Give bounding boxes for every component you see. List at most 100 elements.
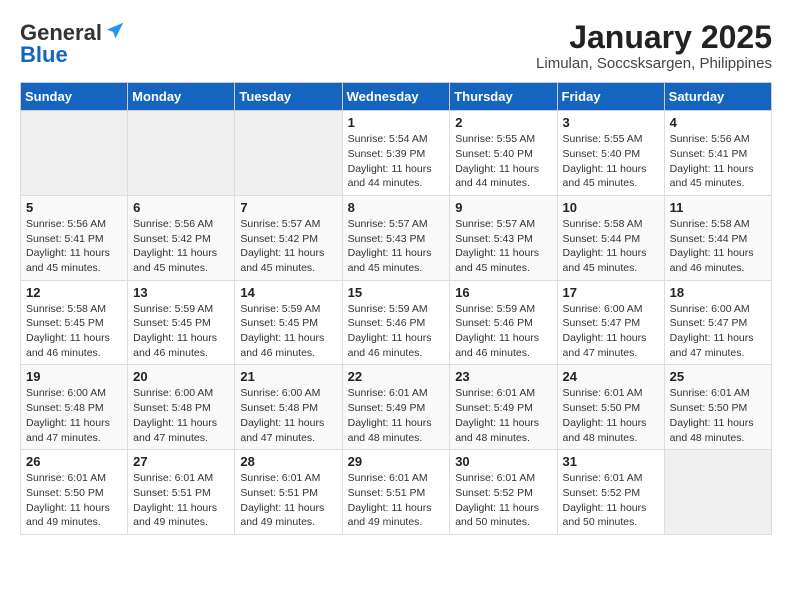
calendar-cell <box>128 111 235 196</box>
day-number: 16 <box>455 285 551 300</box>
day-number: 7 <box>240 200 336 215</box>
day-number: 28 <box>240 454 336 469</box>
calendar-cell: 2Sunrise: 5:55 AM Sunset: 5:40 PM Daylig… <box>450 111 557 196</box>
day-header-saturday: Saturday <box>664 83 771 111</box>
day-detail: Sunrise: 5:58 AM Sunset: 5:44 PM Dayligh… <box>670 217 766 276</box>
calendar-cell: 15 Sunrise: 5:59 AM Sunset: 5:46 PM Dayli… <box>342 280 450 365</box>
calendar-cell: 16 Sunrise: 5:59 AM Sunset: 5:46 PM Dayli… <box>450 280 557 365</box>
page-header: General Blue January 2025 Limulan, Soccs… <box>20 20 772 72</box>
day-detail: Sunrise: 5:56 AM Sunset: 5:41 PM Dayligh… <box>670 132 766 191</box>
calendar-cell: 8Sunrise: 5:57 AM Sunset: 5:43 PM Daylig… <box>342 195 450 280</box>
week-row-3: 12 Sunrise: 5:58 AM Sunset: 5:45 PM Dayli… <box>21 280 772 365</box>
calendar-cell: 23 Sunrise: 6:01 AM Sunset: 5:49 PM Dayli… <box>450 365 557 450</box>
calendar-cell: 19Sunrise: 6:00 AM Sunset: 5:48 PM Dayli… <box>21 365 128 450</box>
calendar-cell: 4 Sunrise: 5:56 AM Sunset: 5:41 PM Daylig… <box>664 111 771 196</box>
calendar-cell: 3Sunrise: 5:55 AM Sunset: 5:40 PM Daylig… <box>557 111 664 196</box>
calendar-cell: 5 Sunrise: 5:56 AM Sunset: 5:41 PM Daylig… <box>21 195 128 280</box>
day-number: 1 <box>348 115 445 130</box>
calendar-subtitle: Limulan, Soccsksargen, Philippines <box>536 55 772 72</box>
day-detail: Sunrise: 5:58 AM Sunset: 5:44 PM Dayligh… <box>563 217 659 276</box>
day-detail: Sunrise: 5:59 AM Sunset: 5:46 PM Dayligh… <box>455 302 551 361</box>
day-detail: Sunrise: 5:57 AM Sunset: 5:43 PM Dayligh… <box>348 217 445 276</box>
day-detail: Sunrise: 5:59 AM Sunset: 5:46 PM Dayligh… <box>348 302 445 361</box>
day-number: 9 <box>455 200 551 215</box>
calendar-cell: 27 Sunrise: 6:01 AM Sunset: 5:51 PM Dayli… <box>128 450 235 535</box>
calendar-cell: 26 Sunrise: 6:01 AM Sunset: 5:50 PM Dayli… <box>21 450 128 535</box>
day-header-wednesday: Wednesday <box>342 83 450 111</box>
calendar-table: SundayMondayTuesdayWednesdayThursdayFrid… <box>20 82 772 535</box>
day-header-thursday: Thursday <box>450 83 557 111</box>
calendar-cell <box>664 450 771 535</box>
day-number: 24 <box>563 369 659 384</box>
day-header-monday: Monday <box>128 83 235 111</box>
day-detail: Sunrise: 6:00 AM Sunset: 5:47 PM Dayligh… <box>670 302 766 361</box>
calendar-cell: 18 Sunrise: 6:00 AM Sunset: 5:47 PM Dayli… <box>664 280 771 365</box>
calendar-header-row: SundayMondayTuesdayWednesdayThursdayFrid… <box>21 83 772 111</box>
day-detail: Sunrise: 5:55 AM Sunset: 5:40 PM Dayligh… <box>563 132 659 191</box>
day-number: 4 <box>670 115 766 130</box>
calendar-cell: 29 Sunrise: 6:01 AM Sunset: 5:51 PM Dayli… <box>342 450 450 535</box>
day-number: 15 <box>348 285 445 300</box>
day-detail: Sunrise: 5:54 AM Sunset: 5:39 PM Dayligh… <box>348 132 445 191</box>
day-detail: Sunrise: 5:56 AM Sunset: 5:41 PM Dayligh… <box>26 217 122 276</box>
week-row-5: 26 Sunrise: 6:01 AM Sunset: 5:50 PM Dayli… <box>21 450 772 535</box>
calendar-cell: 20Sunrise: 6:00 AM Sunset: 5:48 PM Dayli… <box>128 365 235 450</box>
day-detail: Sunrise: 6:01 AM Sunset: 5:51 PM Dayligh… <box>240 471 336 530</box>
day-number: 30 <box>455 454 551 469</box>
day-detail: Sunrise: 5:56 AM Sunset: 5:42 PM Dayligh… <box>133 217 229 276</box>
day-detail: Sunrise: 5:58 AM Sunset: 5:45 PM Dayligh… <box>26 302 122 361</box>
day-detail: Sunrise: 5:57 AM Sunset: 5:43 PM Dayligh… <box>455 217 551 276</box>
calendar-cell: 1 Sunrise: 5:54 AM Sunset: 5:39 PM Daylig… <box>342 111 450 196</box>
logo: General Blue <box>20 20 126 68</box>
day-header-sunday: Sunday <box>21 83 128 111</box>
day-number: 18 <box>670 285 766 300</box>
calendar-cell: 25Sunrise: 6:01 AM Sunset: 5:50 PM Dayli… <box>664 365 771 450</box>
day-number: 5 <box>26 200 122 215</box>
day-number: 10 <box>563 200 659 215</box>
day-number: 31 <box>563 454 659 469</box>
calendar-cell: 30Sunrise: 6:01 AM Sunset: 5:52 PM Dayli… <box>450 450 557 535</box>
day-detail: Sunrise: 6:00 AM Sunset: 5:47 PM Dayligh… <box>563 302 659 361</box>
calendar-cell: 21 Sunrise: 6:00 AM Sunset: 5:48 PM Dayli… <box>235 365 342 450</box>
day-number: 27 <box>133 454 229 469</box>
week-row-4: 19 Sunrise: 6:00 AM Sunset: 5:48 PM Dayli… <box>21 365 772 450</box>
day-number: 19 <box>26 369 122 384</box>
calendar-cell: 7 Sunrise: 5:57 AM Sunset: 5:42 PM Daylig… <box>235 195 342 280</box>
calendar-cell: 17Sunrise: 6:00 AM Sunset: 5:47 PM Dayli… <box>557 280 664 365</box>
calendar-title: January 2025 <box>536 20 772 55</box>
day-number: 12 <box>26 285 122 300</box>
day-number: 22 <box>348 369 445 384</box>
calendar-cell: 24Sunrise: 6:01 AM Sunset: 5:50 PM Dayli… <box>557 365 664 450</box>
calendar-cell: 10 Sunrise: 5:58 AM Sunset: 5:44 PM Dayli… <box>557 195 664 280</box>
calendar-cell: 28 Sunrise: 6:01 AM Sunset: 5:51 PM Dayli… <box>235 450 342 535</box>
day-detail: Sunrise: 6:01 AM Sunset: 5:49 PM Dayligh… <box>455 386 551 445</box>
day-number: 23 <box>455 369 551 384</box>
day-number: 20 <box>133 369 229 384</box>
day-detail: Sunrise: 6:00 AM Sunset: 5:48 PM Dayligh… <box>240 386 336 445</box>
logo-blue: Blue <box>20 42 68 68</box>
calendar-cell: 22Sunrise: 6:01 AM Sunset: 5:49 PM Dayli… <box>342 365 450 450</box>
day-number: 26 <box>26 454 122 469</box>
week-row-1: 1 Sunrise: 5:54 AM Sunset: 5:39 PM Daylig… <box>21 111 772 196</box>
day-number: 6 <box>133 200 229 215</box>
day-detail: Sunrise: 5:59 AM Sunset: 5:45 PM Dayligh… <box>240 302 336 361</box>
day-detail: Sunrise: 6:01 AM Sunset: 5:52 PM Dayligh… <box>563 471 659 530</box>
calendar-cell: 11Sunrise: 5:58 AM Sunset: 5:44 PM Dayli… <box>664 195 771 280</box>
day-detail: Sunrise: 6:01 AM Sunset: 5:50 PM Dayligh… <box>26 471 122 530</box>
day-detail: Sunrise: 6:01 AM Sunset: 5:51 PM Dayligh… <box>348 471 445 530</box>
day-number: 29 <box>348 454 445 469</box>
day-detail: Sunrise: 5:57 AM Sunset: 5:42 PM Dayligh… <box>240 217 336 276</box>
calendar-cell: 12 Sunrise: 5:58 AM Sunset: 5:45 PM Dayli… <box>21 280 128 365</box>
day-detail: Sunrise: 5:55 AM Sunset: 5:40 PM Dayligh… <box>455 132 551 191</box>
calendar-cell: 13Sunrise: 5:59 AM Sunset: 5:45 PM Dayli… <box>128 280 235 365</box>
day-number: 21 <box>240 369 336 384</box>
calendar-cell: 14Sunrise: 5:59 AM Sunset: 5:45 PM Dayli… <box>235 280 342 365</box>
day-header-friday: Friday <box>557 83 664 111</box>
calendar-cell: 6 Sunrise: 5:56 AM Sunset: 5:42 PM Daylig… <box>128 195 235 280</box>
day-detail: Sunrise: 6:01 AM Sunset: 5:51 PM Dayligh… <box>133 471 229 530</box>
calendar-cell <box>21 111 128 196</box>
day-detail: Sunrise: 5:59 AM Sunset: 5:45 PM Dayligh… <box>133 302 229 361</box>
day-number: 25 <box>670 369 766 384</box>
week-row-2: 5 Sunrise: 5:56 AM Sunset: 5:41 PM Daylig… <box>21 195 772 280</box>
day-header-tuesday: Tuesday <box>235 83 342 111</box>
